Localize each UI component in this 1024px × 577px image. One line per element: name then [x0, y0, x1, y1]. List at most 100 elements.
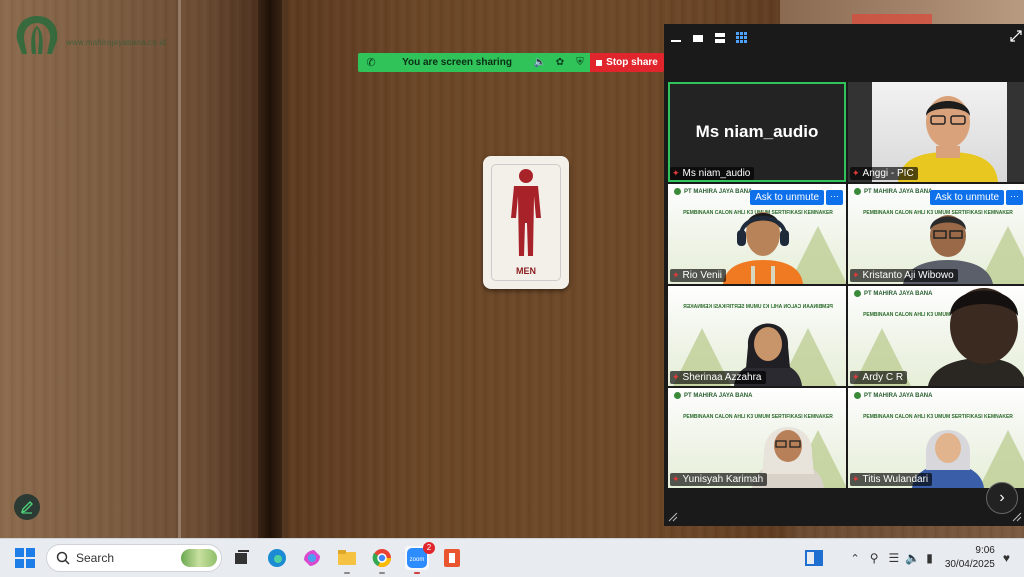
slide-header: PT MAHIRA JAYA BANA: [854, 392, 932, 399]
zoom-app-button[interactable]: zoom 2: [405, 542, 435, 574]
participant-tile[interactable]: PT MAHIRA JAYA BANA PEMBINAAN CALON AHLI…: [848, 388, 1024, 488]
system-tray: ⌃ ⚲ ☰ 🔈 ▮ 9:06 30/04/2025 ♥: [804, 539, 1010, 577]
ask-to-unmute-button[interactable]: Ask to unmute: [750, 190, 824, 205]
slide-header: PT MAHIRA JAYA BANA: [674, 188, 752, 195]
search-icon: [56, 551, 70, 565]
minimize-icon[interactable]: [670, 32, 682, 44]
shield-icon[interactable]: ⛨: [570, 57, 590, 68]
door-frame-line: [178, 0, 181, 538]
notification-bell-icon[interactable]: ♥: [1003, 551, 1010, 565]
logo-text: www.mahirajayabana.co.id: [66, 38, 166, 47]
mic-muted-icon: ✦: [852, 168, 860, 178]
zoom-gallery-panel: Ms niam_audio ✦ Ms niam_audio ✦ Anggi - …: [664, 24, 1024, 526]
participant-name-tag: ✦ Ms niam_audio: [670, 167, 755, 180]
gallery-view-icon[interactable]: [736, 32, 748, 44]
battery-icon[interactable]: ▮: [926, 551, 933, 565]
more-options-button[interactable]: ···: [1006, 190, 1023, 205]
participant-tile[interactable]: PT MAHIRA JAYA BANA PEMBINAAN CALON AHLI…: [668, 184, 846, 284]
chrome-button[interactable]: [370, 546, 394, 574]
search-placeholder: Search: [76, 551, 115, 565]
widget-icon[interactable]: [804, 548, 824, 568]
participant-name-tag: ✦ Titis Wulandari: [850, 473, 933, 486]
mic-muted-icon: ✦: [852, 372, 860, 382]
participant-name-tag: ✦ Kristanto Aji Wibowo: [850, 269, 958, 282]
taskbar: Search zoom 2 ⌃ ⚲ ☰ 🔈 ▮ 9:06 30/04/2025: [0, 538, 1024, 577]
participant-video: [723, 212, 803, 284]
speaker-icon[interactable]: 🔈: [530, 57, 550, 68]
mic-muted-icon: ✦: [672, 168, 680, 178]
participant-tile[interactable]: ✦ Anggi - PIC: [848, 82, 1024, 182]
copilot-button[interactable]: [300, 546, 324, 570]
resize-grip-icon[interactable]: [1012, 512, 1022, 522]
network-status-icon[interactable]: ⚲: [870, 551, 879, 565]
windows-start-icon[interactable]: [15, 548, 35, 568]
slide-header: PT MAHIRA JAYA BANA: [854, 290, 932, 297]
participant-tile[interactable]: PEMBINAAN CALON AHLI K3 UMUM SERTIFIKASI…: [668, 286, 846, 386]
slide-header: PT MAHIRA JAYA BANA: [854, 188, 932, 195]
office-app-icon: [444, 549, 460, 567]
wifi-icon[interactable]: ☰: [888, 551, 899, 565]
zoom-panel-toolbar: [664, 24, 1024, 50]
annotate-pen-button[interactable]: [14, 494, 40, 520]
stop-share-button[interactable]: Stop share: [590, 53, 664, 72]
man-figure-icon: [511, 169, 541, 256]
participant-name: Kristanto Aji Wibowo: [862, 270, 954, 281]
stop-share-label: Stop share: [606, 57, 658, 68]
mic-muted-icon: ✦: [672, 372, 680, 382]
ask-to-unmute-button[interactable]: Ask to unmute: [930, 190, 1004, 205]
clock-time: 9:06: [975, 545, 995, 556]
participant-name-tag: ✦ Yunisyah Karimah: [670, 473, 768, 486]
participant-name-tag: ✦ Anggi - PIC: [850, 167, 918, 180]
participant-name-tag: ✦ Rio Venii: [670, 269, 727, 282]
participant-tile[interactable]: PT MAHIRA JAYA BANA PEMBINAAN CALON AHLI…: [668, 388, 846, 488]
stop-icon: [596, 59, 603, 66]
notification-badge: 2: [423, 542, 435, 554]
chrome-icon: [372, 549, 391, 567]
search-highlight-image: [181, 549, 217, 567]
participant-tile[interactable]: PT MAHIRA JAYA BANA PEMBINAAN CALON AHLI…: [848, 286, 1024, 386]
more-options-button[interactable]: ···: [826, 190, 843, 205]
mic-muted-icon: ✦: [672, 270, 680, 280]
participant-name: Ardy C R: [862, 372, 904, 383]
mic-muted-icon: ✦: [672, 474, 680, 484]
participant-name: Yunisyah Karimah: [682, 474, 764, 485]
mic-muted-icon[interactable]: ✿: [550, 57, 570, 68]
share-status-area[interactable]: ✆ You are screen sharing 🔈 ✿ ⛨: [358, 53, 590, 72]
restroom-sign-label: MEN: [516, 266, 536, 276]
participant-name: Ms niam_audio: [682, 168, 751, 179]
edge-browser-icon: [268, 549, 286, 567]
door-edge: [258, 0, 282, 538]
folder-icon: [338, 550, 356, 565]
speaker-view-icon[interactable]: [692, 32, 704, 44]
participant-tile[interactable]: PT MAHIRA JAYA BANA PEMBINAAN CALON AHLI…: [848, 184, 1024, 284]
participant-video: [928, 288, 1024, 386]
participant-name-tag: ✦ Sherinaa Azzahra: [670, 371, 766, 384]
screen-share-bar: ✆ You are screen sharing 🔈 ✿ ⛨ Stop shar…: [358, 53, 664, 72]
participant-tile[interactable]: Ms niam_audio ✦ Ms niam_audio: [668, 82, 846, 182]
copilot-icon: [304, 550, 320, 566]
office-button[interactable]: [440, 546, 464, 570]
edge-button[interactable]: [265, 546, 289, 570]
company-logo-icon: [16, 16, 58, 54]
participant-name: Sherinaa Azzahra: [682, 372, 762, 383]
clock[interactable]: 9:06 30/04/2025: [945, 544, 995, 572]
strip-view-icon[interactable]: [714, 32, 726, 44]
restroom-sign: MEN: [483, 156, 569, 289]
share-status-text: You are screen sharing: [402, 57, 512, 68]
chevron-up-icon[interactable]: ⌃: [850, 552, 859, 565]
chevron-right-icon: ›: [999, 489, 1005, 506]
clock-date: 30/04/2025: [944, 559, 995, 570]
file-explorer-button[interactable]: [335, 546, 359, 574]
participant-name: Anggi - PIC: [862, 168, 914, 179]
resize-grip-icon[interactable]: [668, 512, 678, 522]
expand-icon[interactable]: [1010, 30, 1022, 42]
participant-name: Titis Wulandari: [862, 474, 929, 485]
volume-icon[interactable]: 🔈: [905, 551, 920, 565]
participant-name: Rio Venii: [682, 270, 723, 281]
task-view-icon: [235, 550, 249, 564]
next-page-button[interactable]: ›: [986, 482, 1018, 514]
participant-display-name: Ms niam_audio: [695, 122, 819, 141]
mic-muted-icon: ✦: [852, 270, 860, 280]
task-view-button[interactable]: [230, 546, 254, 570]
taskbar-search[interactable]: Search: [46, 544, 222, 572]
